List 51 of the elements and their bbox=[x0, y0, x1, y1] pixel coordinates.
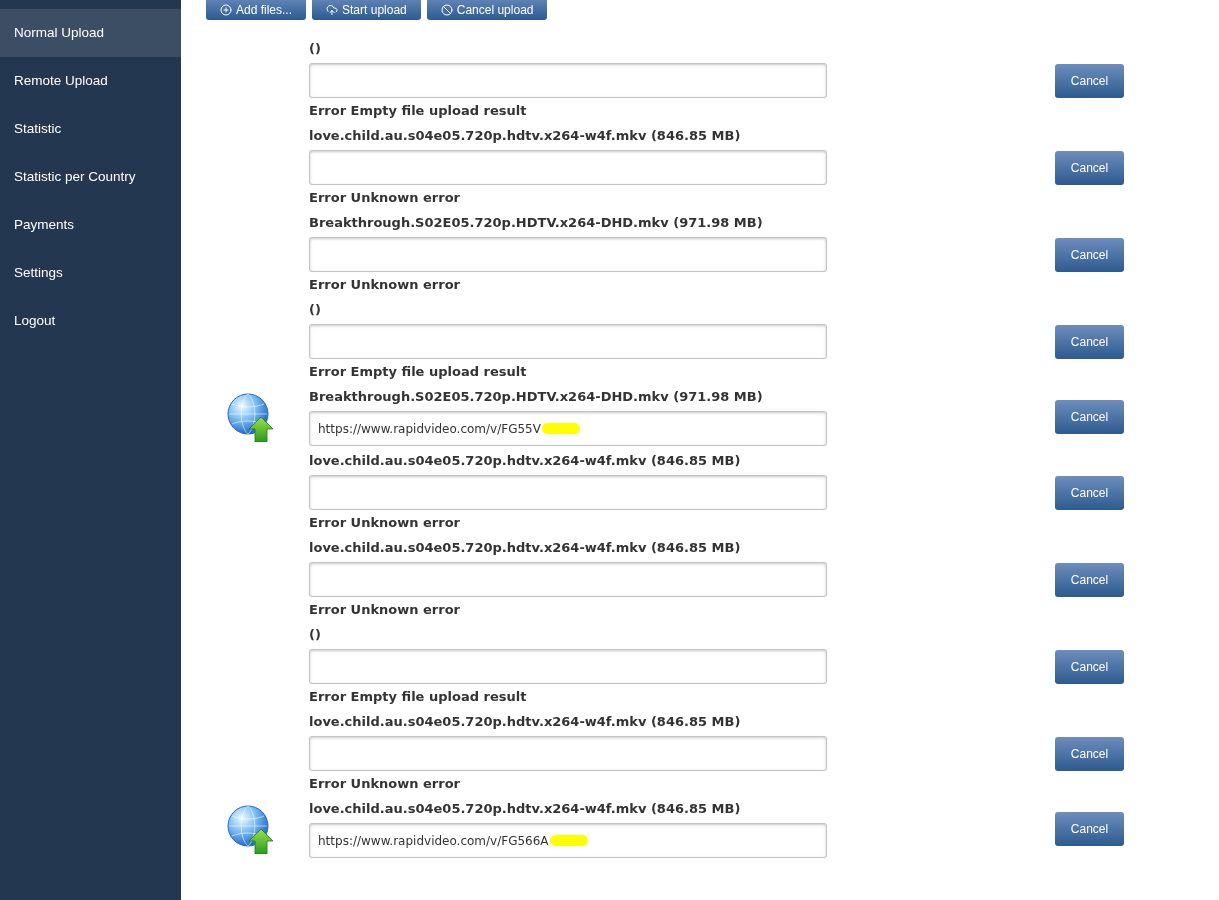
cancel-button[interactable]: Cancel bbox=[1055, 812, 1124, 846]
sidebar-item[interactable]: Statistic bbox=[0, 105, 181, 153]
file-name: () bbox=[309, 626, 322, 644]
error-message: Error Unknown error bbox=[309, 775, 461, 793]
sidebar-item[interactable]: Settings bbox=[0, 249, 181, 297]
url-field[interactable] bbox=[309, 736, 827, 771]
file-name: Breakthrough.S02E05.720p.HDTV.x264-DHD.mkv (971.98 MB) bbox=[309, 214, 764, 232]
url-field[interactable] bbox=[309, 63, 827, 98]
url-field[interactable]: https://www.rapidvideo.com/v/FG55V bbox=[309, 411, 827, 446]
file-name: love.child.au.s04e05.720p.hdtv.x264-w4f.mkv (846.85 MB) bbox=[309, 452, 742, 470]
cancel-button[interactable]: Cancel bbox=[1055, 324, 1124, 359]
cancel-button[interactable]: Cancel bbox=[1055, 237, 1124, 272]
file-name: love.child.au.s04e05.720p.hdtv.x264-w4f.mkv (846.85 MB) bbox=[309, 713, 742, 731]
cancel-button[interactable]: Cancel bbox=[1055, 400, 1124, 434]
toolbar-button[interactable]: Cancel upload bbox=[426, 0, 548, 20]
cancel-button[interactable]: Cancel bbox=[1055, 475, 1124, 510]
url-field[interactable] bbox=[309, 562, 827, 597]
file-name: love.child.au.s04e05.720p.hdtv.x264-w4f.mkv (846.85 MB) bbox=[309, 539, 742, 557]
cancel-button[interactable]: Cancel bbox=[1055, 150, 1124, 185]
url-field[interactable] bbox=[309, 475, 827, 510]
file-name: () bbox=[309, 301, 322, 319]
cancel-button[interactable]: Cancel bbox=[1055, 63, 1124, 98]
ban-icon bbox=[440, 4, 453, 16]
url-field[interactable] bbox=[309, 150, 827, 185]
sidebar-item[interactable]: Normal Upload bbox=[0, 9, 181, 57]
toolbar-button[interactable]: Add files... bbox=[206, 0, 307, 20]
file-name: love.child.au.s04e05.720p.hdtv.x264-w4f.mkv (846.85 MB) bbox=[309, 800, 742, 818]
error-message: Error Unknown error bbox=[309, 514, 461, 532]
error-message: Error Empty file upload result bbox=[309, 363, 528, 381]
url-field[interactable] bbox=[309, 237, 827, 272]
error-message: Error Unknown error bbox=[309, 189, 461, 207]
plus-circle-icon bbox=[220, 4, 232, 16]
cancel-button[interactable]: Cancel bbox=[1055, 562, 1124, 597]
sidebar-item[interactable]: Remote Upload bbox=[0, 57, 181, 105]
error-message: Error Empty file upload result bbox=[309, 102, 528, 120]
sidebar-item[interactable]: Logout bbox=[0, 297, 181, 345]
cancel-button[interactable]: Cancel bbox=[1055, 649, 1124, 684]
toolbar-button[interactable]: Start upload bbox=[312, 0, 421, 20]
file-name: () bbox=[309, 40, 322, 58]
sidebar-item[interactable]: Statistic per Country bbox=[0, 153, 181, 201]
sidebar-item[interactable]: Payments bbox=[0, 201, 181, 249]
file-name: love.child.au.s04e05.720p.hdtv.x264-w4f.mkv (846.85 MB) bbox=[309, 127, 742, 145]
url-field[interactable] bbox=[309, 324, 827, 359]
error-message: Error Empty file upload result bbox=[309, 688, 528, 706]
url-field[interactable]: https://www.rapidvideo.com/v/FG566A bbox=[309, 823, 827, 858]
file-name: Breakthrough.S02E05.720p.HDTV.x264-DHD.mkv (971.98 MB) bbox=[309, 388, 764, 406]
cancel-button[interactable]: Cancel bbox=[1055, 736, 1124, 771]
url-field[interactable] bbox=[309, 649, 827, 684]
cloud-upload-icon bbox=[326, 4, 339, 16]
error-message: Error Unknown error bbox=[309, 601, 461, 619]
error-message: Error Unknown error bbox=[309, 276, 461, 294]
